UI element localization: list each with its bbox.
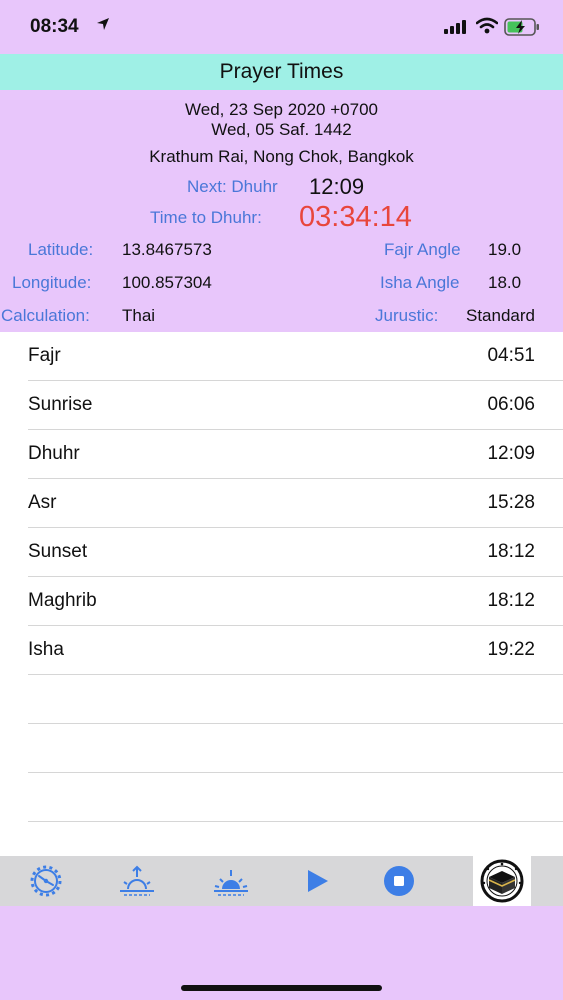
table-row-empty	[0, 724, 563, 773]
page-title: Prayer Times	[219, 60, 344, 83]
isha-angle-value: 18.0	[488, 273, 522, 292]
battery-charging-icon	[504, 18, 539, 36]
play-button[interactable]	[298, 864, 338, 898]
row-separator	[28, 821, 563, 822]
calculation-value: Thai	[122, 306, 156, 325]
table-row-maghrib[interactable]: Maghrib 18:12	[0, 577, 563, 626]
prayer-name: Sunset	[28, 541, 88, 562]
jurustic-value: Standard	[466, 306, 535, 325]
stop-icon	[384, 866, 414, 896]
stop-button[interactable]	[379, 864, 419, 898]
gregorian-date: Wed, 23 Sep 2020 +0700	[185, 100, 378, 119]
prayer-time: 12:09	[487, 443, 535, 464]
status-time: 08:34	[30, 16, 79, 37]
next-prayer-label: Next: Dhuhr	[187, 177, 278, 196]
prayer-name: Fajr	[28, 345, 61, 366]
title-bar: Prayer Times	[0, 54, 563, 90]
time-to-prayer-label: Time to Dhuhr:	[150, 208, 262, 227]
qibla-button[interactable]	[473, 856, 531, 906]
sunset-icon	[214, 870, 248, 896]
prayer-name: Isha	[28, 639, 64, 660]
prayer-time: 18:12	[487, 541, 535, 562]
sunrise-icon	[120, 865, 154, 896]
home-indicator[interactable]	[181, 985, 382, 991]
bottom-toolbar	[0, 856, 563, 906]
wifi-icon	[476, 17, 498, 34]
table-row-sunset[interactable]: Sunset 18:12	[0, 528, 563, 577]
table-row-sunrise[interactable]: Sunrise 06:06	[0, 381, 563, 430]
prayer-name: Asr	[28, 492, 57, 513]
hijri-date: Wed, 05 Saf. 1442	[211, 120, 352, 139]
settings-gear-icon	[30, 865, 62, 897]
table-row-asr[interactable]: Asr 15:28	[0, 479, 563, 528]
table-row-fajr[interactable]: Fajr 04:51	[0, 332, 563, 381]
prayer-time: 19:22	[487, 639, 535, 660]
prayer-name: Dhuhr	[28, 443, 80, 464]
location-arrow-icon	[97, 18, 109, 30]
prayer-name: Maghrib	[28, 590, 97, 611]
fajr-angle-label: Fajr Angle	[384, 240, 461, 259]
location-name: Krathum Rai, Nong Chok, Bangkok	[149, 147, 414, 166]
longitude-label: Longitude:	[12, 273, 92, 292]
longitude-value: 100.857304	[122, 273, 212, 292]
play-icon	[308, 870, 328, 892]
countdown-timer: 03:34:14	[299, 201, 412, 233]
latitude-value: 13.8467573	[122, 240, 212, 259]
table-row-dhuhr[interactable]: Dhuhr 12:09	[0, 430, 563, 479]
prayer-time: 04:51	[487, 345, 535, 366]
calculation-label: Calculation:	[1, 306, 90, 325]
table-row-isha[interactable]: Isha 19:22	[0, 626, 563, 675]
prayer-times-table: Fajr 04:51 Sunrise 06:06 Dhuhr 12:09 Asr…	[0, 332, 563, 856]
table-row-empty	[0, 675, 563, 724]
kaaba-icon	[480, 859, 524, 903]
sunset-button[interactable]	[211, 864, 251, 898]
settings-button[interactable]	[26, 864, 66, 898]
next-prayer-time: 12:09	[309, 174, 365, 199]
table-row-empty	[0, 773, 563, 822]
prayer-name: Sunrise	[28, 394, 93, 415]
prayer-time: 18:12	[487, 590, 535, 611]
status-bar: 08:34	[0, 0, 563, 54]
cellular-signal-icon	[444, 20, 466, 34]
isha-angle-label: Isha Angle	[380, 273, 460, 292]
latitude-label: Latitude:	[28, 240, 94, 259]
fajr-angle-value: 19.0	[488, 240, 522, 259]
prayer-time: 15:28	[487, 492, 535, 513]
sunrise-button[interactable]	[117, 864, 157, 898]
jurustic-label: Jurustic:	[375, 306, 439, 325]
prayer-time: 06:06	[487, 394, 535, 415]
